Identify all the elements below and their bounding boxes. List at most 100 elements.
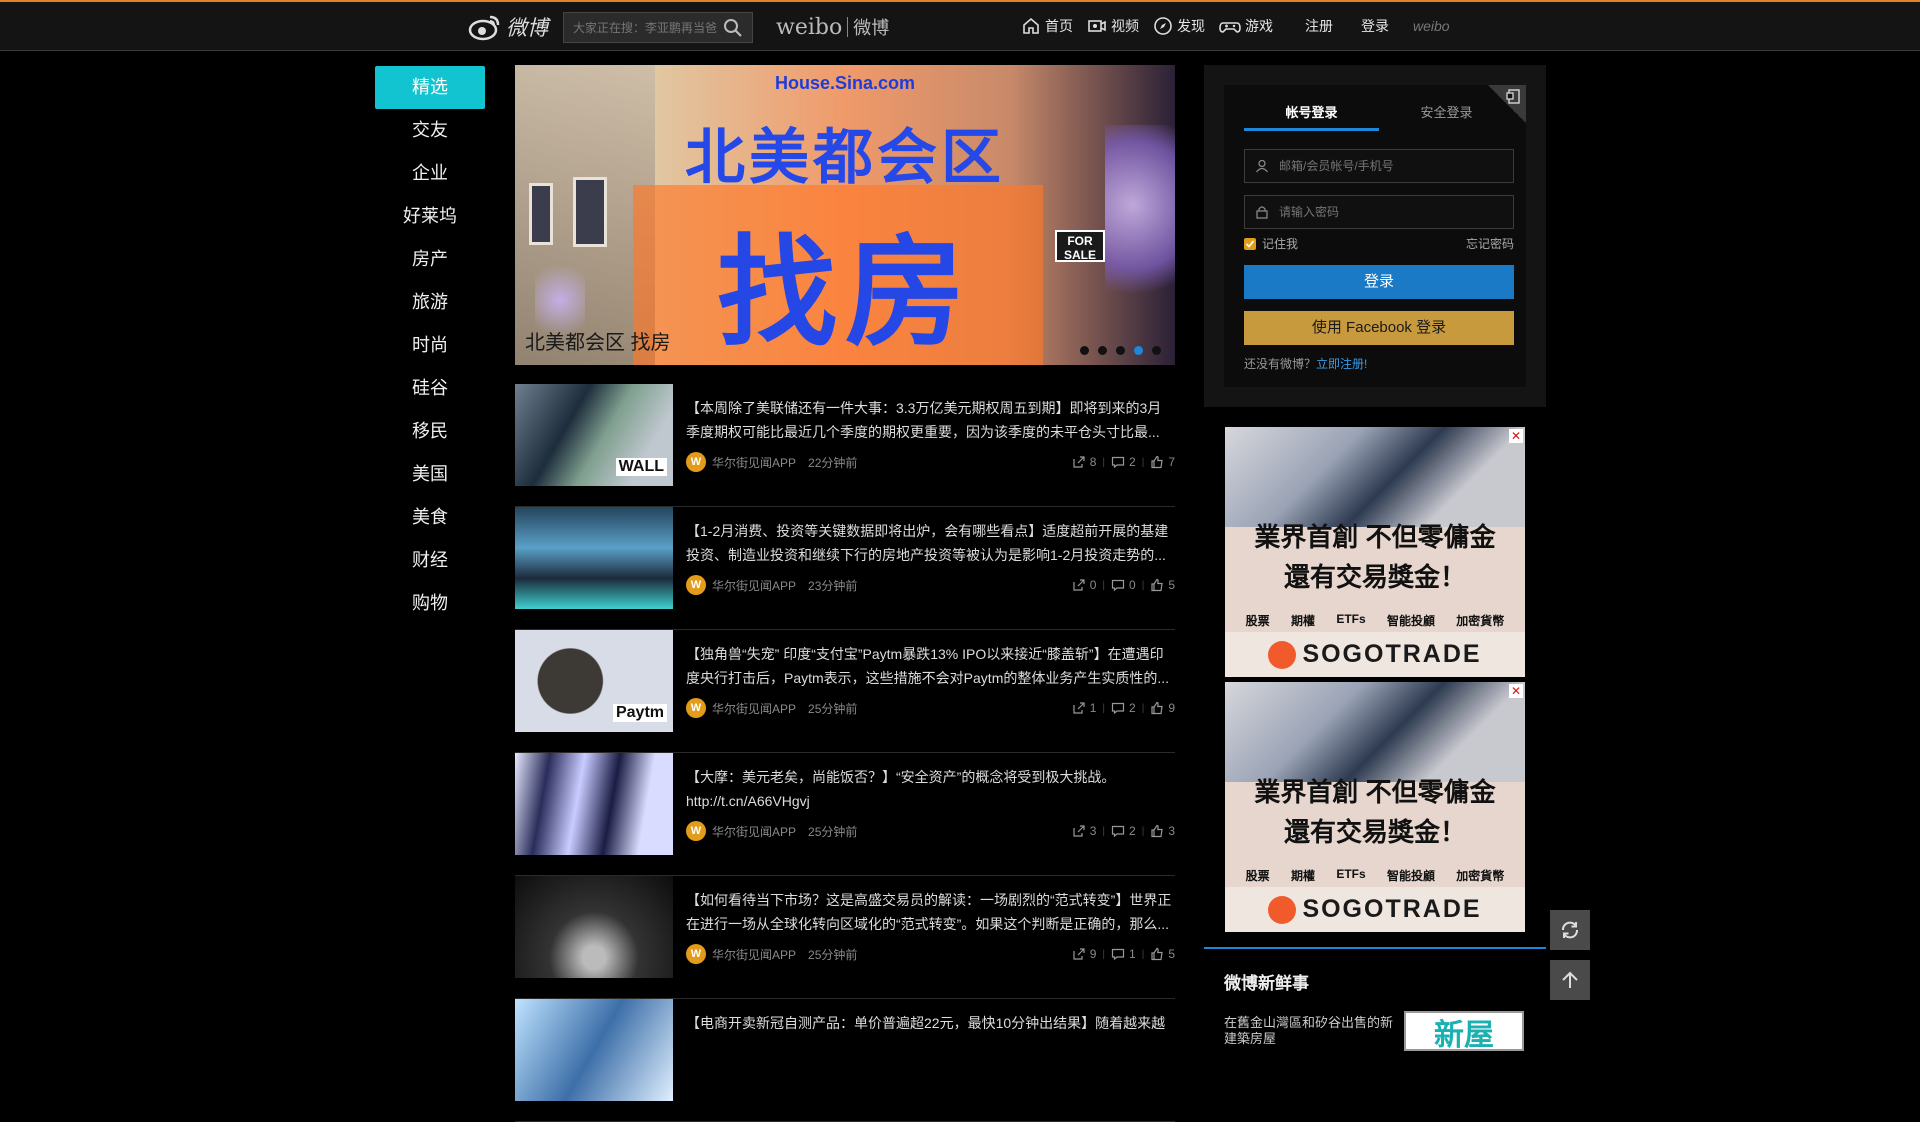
sidebar-category[interactable]: 移民 xyxy=(375,410,485,453)
remember-row: 记住我 忘记密码 xyxy=(1244,235,1514,252)
share-button[interactable]: 8 xyxy=(1072,455,1096,469)
sidebar-category[interactable]: 企业 xyxy=(375,152,485,195)
news-source[interactable]: 华尔街见闻APP xyxy=(712,454,796,471)
news-thumbnail[interactable]: Paytm xyxy=(515,630,673,732)
refresh-button[interactable] xyxy=(1550,910,1590,950)
stat-divider: | xyxy=(1102,456,1106,468)
sidebar-category[interactable]: 精选 xyxy=(375,66,485,109)
like-button[interactable]: 3 xyxy=(1150,824,1175,838)
like-count: 9 xyxy=(1168,701,1175,715)
news-source[interactable]: 华尔街见闻APP xyxy=(712,946,796,963)
sogotrade-ad[interactable]: 業界首創 不但零傭金 還有交易獎金！ 股票 期權 ETFs 智能投顧 加密貨幣 SOGO… xyxy=(1225,427,1525,677)
news-title[interactable]: 【独角兽“失宠” 印度“支付宝”Paytm暴跌13% IPO以来接近“膝盖斩”】… xyxy=(686,642,1175,690)
register-prompt: 还没有微博？立即注册! xyxy=(1244,355,1367,372)
search-icon[interactable] xyxy=(722,17,744,39)
main-nav: 首页 视频 发现 游戏 注册 登录 weibo xyxy=(1021,16,1450,36)
thumbnail-label: Paytm xyxy=(612,704,667,722)
register-now-link[interactable]: 立即注册! xyxy=(1316,357,1367,371)
news-meta: W 华尔街见闻APP 25分钟前 1 | 2 | 9 xyxy=(686,698,1175,718)
like-button[interactable]: 9 xyxy=(1150,701,1175,715)
like-button[interactable]: 5 xyxy=(1150,947,1175,961)
nav-video[interactable]: 视频 xyxy=(1087,16,1139,36)
password-input[interactable] xyxy=(1279,205,1499,219)
like-button[interactable]: 5 xyxy=(1150,578,1175,592)
weibo-logo[interactable]: 微博 xyxy=(468,12,548,42)
news-item[interactable]: 【电商开卖新冠自测产品：单价普遍超22元，最快10分钟出结果】随着越来越 xyxy=(515,999,1175,1122)
compass-icon xyxy=(1154,17,1172,35)
search-input[interactable] xyxy=(573,20,718,35)
carousel-dot[interactable] xyxy=(1152,346,1161,355)
sidebar-category[interactable]: 美食 xyxy=(375,496,485,539)
login-button[interactable]: 登录 xyxy=(1244,265,1514,299)
like-count: 3 xyxy=(1168,824,1175,838)
nav-discover[interactable]: 发现 xyxy=(1153,16,1205,36)
news-source[interactable]: 华尔街见闻APP xyxy=(712,700,796,717)
ad-image xyxy=(1225,427,1525,527)
news-thumbnail[interactable] xyxy=(515,876,673,978)
like-button[interactable]: 7 xyxy=(1150,455,1175,469)
sidebar-category[interactable]: 硅谷 xyxy=(375,367,485,410)
news-item[interactable]: 【1-2月消费、投资等关键数据即将出炉，会有哪些看点】适度超前开展的基建投资、制… xyxy=(515,507,1175,630)
share-button[interactable]: 3 xyxy=(1072,824,1096,838)
ad-close-button[interactable]: ✕ xyxy=(1509,684,1523,698)
carousel-dot[interactable] xyxy=(1116,346,1125,355)
forgot-password-link[interactable]: 忘记密码 xyxy=(1466,235,1514,252)
sidebar-category[interactable]: 财经 xyxy=(375,539,485,582)
comment-button[interactable]: 2 xyxy=(1111,701,1136,715)
news-stats: 1 | 2 | 9 xyxy=(1072,701,1175,715)
news-title[interactable]: 【电商开卖新冠自测产品：单价普遍超22元，最快10分钟出结果】随着越来越 xyxy=(686,1011,1175,1059)
hero-carousel[interactable]: House.Sina.com 北美都会区 找房 FOR SALE 北美都会区 找… xyxy=(515,65,1175,365)
share-button[interactable]: 1 xyxy=(1072,701,1096,715)
sidebar-category[interactable]: 美国 xyxy=(375,453,485,496)
share-button[interactable]: 9 xyxy=(1072,947,1096,961)
ad-tag: ETFs xyxy=(1336,867,1366,881)
news-title[interactable]: 【大摩：美元老矣，尚能饭否？】“安全资产”的概念将受到极大挑战。http://t… xyxy=(686,765,1175,813)
back-to-top-button[interactable] xyxy=(1550,960,1590,1000)
login-link[interactable]: 登录 xyxy=(1361,16,1389,36)
news-title[interactable]: 【1-2月消费、投资等关键数据即将出炉，会有哪些看点】适度超前开展的基建投资、制… xyxy=(686,519,1175,567)
nav-home[interactable]: 首页 xyxy=(1021,16,1073,36)
news-item[interactable]: 【大摩：美元老矣，尚能饭否？】“安全资产”的概念将受到极大挑战。http://t… xyxy=(515,753,1175,876)
remember-label: 记住我 xyxy=(1262,237,1299,251)
sidebar-category[interactable]: 时尚 xyxy=(375,324,485,367)
username-input[interactable] xyxy=(1279,159,1499,173)
weibo-news-item-text[interactable]: 在舊金山灣區和矽谷出售的新建築房屋 xyxy=(1224,1015,1399,1047)
news-source[interactable]: 华尔街见闻APP xyxy=(712,577,796,594)
ad-close-button[interactable]: ✕ xyxy=(1509,429,1523,443)
facebook-login-button[interactable]: 使用 Facebook 登录 xyxy=(1244,311,1514,345)
share-button[interactable]: 0 xyxy=(1072,578,1096,592)
news-thumbnail[interactable] xyxy=(515,753,673,855)
news-thumbnail[interactable]: WALL xyxy=(515,384,673,486)
comment-button[interactable]: 0 xyxy=(1111,578,1136,592)
news-thumbnail[interactable] xyxy=(515,507,673,609)
sidebar-category[interactable]: 旅游 xyxy=(375,281,485,324)
sogotrade-ad[interactable]: 業界首創 不但零傭金 還有交易獎金！ 股票 期權 ETFs 智能投顧 加密貨幣 SOGO… xyxy=(1225,682,1525,932)
weibo-news-thumbnail[interactable]: 新屋 xyxy=(1404,1011,1524,1051)
carousel-dot[interactable] xyxy=(1134,346,1143,355)
comment-button[interactable]: 1 xyxy=(1111,947,1136,961)
ad-tag: 股票 xyxy=(1245,869,1270,883)
news-title[interactable]: 【本周除了美联储还有一件大事：3.3万亿美元期权周五到期】即将到来的3月季度期权… xyxy=(686,396,1175,444)
sidebar-category[interactable]: 购物 xyxy=(375,582,485,625)
sidebar-category[interactable]: 房产 xyxy=(375,238,485,281)
news-source[interactable]: 华尔街见闻APP xyxy=(712,823,796,840)
tab-secure-login[interactable]: 安全登录 xyxy=(1379,101,1514,131)
sidebar-category[interactable]: 好莱坞 xyxy=(375,195,485,238)
carousel-dot[interactable] xyxy=(1080,346,1089,355)
news-thumbnail[interactable] xyxy=(515,999,673,1101)
comment-button[interactable]: 2 xyxy=(1111,824,1136,838)
carousel-dot[interactable] xyxy=(1098,346,1107,355)
news-item[interactable]: 【如何看待当下市场？这是高盛交易员的解读：一场剧烈的“范式转变”】世界正在进行一… xyxy=(515,876,1175,999)
register-link[interactable]: 注册 xyxy=(1305,16,1333,36)
arrow-up-icon xyxy=(1562,971,1578,988)
remember-checkbox[interactable] xyxy=(1244,237,1256,250)
tab-account-login[interactable]: 帐号登录 xyxy=(1244,101,1379,131)
news-item[interactable]: Paytm 【独角兽“失宠” 印度“支付宝”Paytm暴跌13% IPO以来接近… xyxy=(515,630,1175,753)
comment-count: 2 xyxy=(1129,701,1136,715)
comment-count: 0 xyxy=(1129,578,1136,592)
nav-games[interactable]: 游戏 xyxy=(1219,16,1273,36)
news-item[interactable]: WALL 【本周除了美联储还有一件大事：3.3万亿美元期权周五到期】即将到来的3… xyxy=(515,384,1175,507)
sidebar-category[interactable]: 交友 xyxy=(375,109,485,152)
news-title[interactable]: 【如何看待当下市场？这是高盛交易员的解读：一场剧烈的“范式转变”】世界正在进行一… xyxy=(686,888,1175,936)
comment-button[interactable]: 2 xyxy=(1111,455,1136,469)
